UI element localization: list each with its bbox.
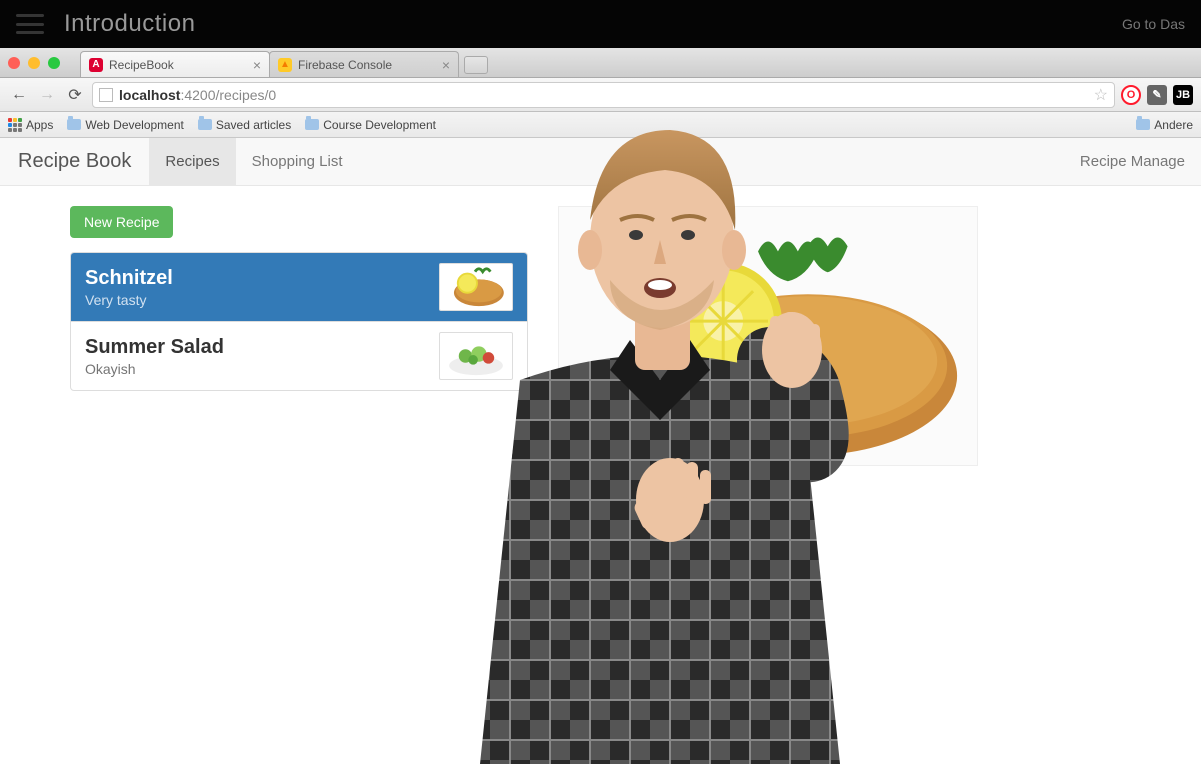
nav-link-manage[interactable]: Recipe Manage: [1064, 138, 1201, 185]
recipe-desc: Okayish: [85, 361, 224, 377]
apps-label: Apps: [26, 118, 53, 132]
bookmark-star-icon[interactable]: ☆: [1094, 85, 1108, 105]
tab-title: Firebase Console: [298, 58, 392, 72]
schnitzel-large-icon: [559, 206, 977, 466]
folder-icon: [1136, 119, 1150, 130]
recipe-thumb: [439, 332, 513, 380]
new-tab-button[interactable]: [464, 56, 488, 74]
bookmark-folder-andere[interactable]: Andere: [1136, 118, 1193, 132]
extension-colorpicker-icon[interactable]: ✎: [1147, 85, 1167, 105]
recipe-item-schnitzel[interactable]: Schnitzel Very tasty: [71, 253, 527, 322]
tab-close-icon[interactable]: ×: [253, 58, 261, 72]
extension-jetbrains-icon[interactable]: JB: [1173, 85, 1193, 105]
firebase-favicon-icon: ▲: [278, 58, 292, 72]
folder-icon: [67, 119, 81, 130]
recipe-detail-actions: elete: [758, 562, 816, 594]
apps-grid-icon: [8, 118, 22, 132]
folder-icon: [305, 119, 319, 130]
bookmark-folder-course-development[interactable]: Course Development: [305, 118, 436, 132]
forward-button[interactable]: →: [36, 84, 58, 106]
tab-title: RecipeBook: [109, 58, 174, 72]
window-minimize-icon[interactable]: [28, 57, 40, 69]
tab-close-icon[interactable]: ×: [442, 58, 450, 72]
page-icon: [99, 88, 113, 102]
reload-button[interactable]: ⟳: [64, 84, 86, 106]
folder-label: Saved articles: [216, 118, 291, 132]
recipe-desc: Very tasty: [85, 292, 173, 308]
parent-app-bar: Introduction Go to Das: [0, 0, 1201, 48]
delete-recipe-button[interactable]: elete: [758, 562, 816, 594]
bookmark-folder-web-development[interactable]: Web Development: [67, 118, 184, 132]
browser-toolbar: ← → ⟳ localhost:4200/recipes/0 ☆ O ✎ JB: [0, 78, 1201, 112]
bookmark-folder-saved-articles[interactable]: Saved articles: [198, 118, 291, 132]
back-button[interactable]: ←: [8, 84, 30, 106]
nav-link-shopping-list[interactable]: Shopping List: [236, 138, 359, 185]
app-navbar: Recipe Book Recipes Shopping List Recipe…: [0, 138, 1201, 186]
new-recipe-button[interactable]: New Recipe: [70, 206, 173, 238]
recipe-detail-image: [558, 206, 978, 466]
window-zoom-icon[interactable]: [48, 57, 60, 69]
browser-tab-firebase[interactable]: ▲ Firebase Console ×: [269, 51, 459, 77]
recipe-name: Summer Salad: [85, 336, 224, 359]
browser-tab-recipebook[interactable]: A RecipeBook ×: [80, 51, 270, 77]
folder-label: Andere: [1154, 118, 1193, 132]
url-host: localhost: [119, 87, 180, 103]
app-brand[interactable]: Recipe Book: [0, 138, 149, 185]
bookmarks-apps[interactable]: Apps: [8, 118, 53, 132]
recipe-list: Schnitzel Very tasty Summer Salad Okayis…: [70, 252, 528, 391]
recipe-thumb: [439, 263, 513, 311]
recipe-detail-column: elete: [558, 206, 1201, 466]
schnitzel-icon: [440, 264, 512, 310]
nav-link-recipes[interactable]: Recipes: [149, 138, 235, 185]
browser-chrome: A RecipeBook × ▲ Firebase Console × ← → …: [0, 48, 1201, 138]
url-path: :4200/recipes/0: [180, 87, 276, 103]
folder-label: Course Development: [323, 118, 436, 132]
parent-title: Introduction: [64, 10, 195, 38]
recipe-item-summer-salad[interactable]: Summer Salad Okayish: [71, 322, 527, 390]
address-bar[interactable]: localhost:4200/recipes/0 ☆: [92, 82, 1115, 108]
window-traffic-lights[interactable]: [8, 57, 60, 69]
recipe-list-column: New Recipe Schnitzel Very tasty: [70, 206, 528, 466]
angular-favicon-icon: A: [89, 58, 103, 72]
hamburger-icon[interactable]: [16, 14, 44, 34]
window-close-icon[interactable]: [8, 57, 20, 69]
browser-tab-strip: A RecipeBook × ▲ Firebase Console ×: [0, 48, 1201, 78]
folder-icon: [198, 119, 212, 130]
parent-right-link[interactable]: Go to Das: [1122, 16, 1185, 32]
bookmarks-bar: Apps Web Development Saved articles Cour…: [0, 112, 1201, 138]
salad-icon: [440, 333, 512, 379]
recipe-name: Schnitzel: [85, 267, 173, 290]
app-content: New Recipe Schnitzel Very tasty: [0, 186, 1201, 466]
extension-opera-icon[interactable]: O: [1121, 85, 1141, 105]
folder-label: Web Development: [85, 118, 184, 132]
